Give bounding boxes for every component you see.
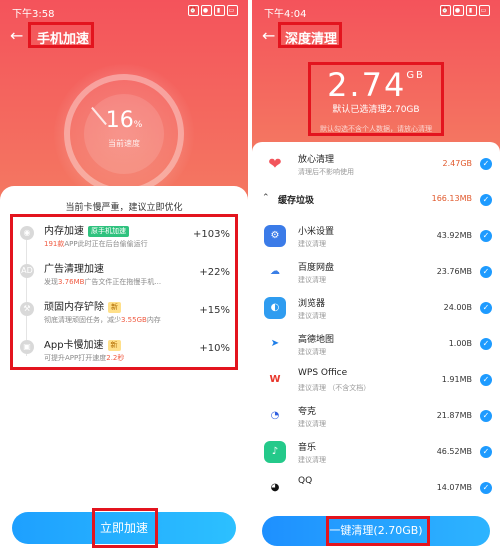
app-row[interactable]: ♪ 音乐 建议清理 46.52MB ✓	[252, 436, 500, 470]
ad-icon: AD	[20, 264, 34, 278]
qq-icon: ◕	[264, 477, 286, 499]
status-time: 下午3:58	[12, 9, 55, 20]
check-icon[interactable]: ✓	[480, 374, 492, 386]
optimize-item-memory[interactable]: ◉ 内存加速 原手机加速 191款APP此时正在后台偷偷运行 +103%	[20, 220, 234, 256]
junk-list: ❤ 放心清理 清理后不影响使用 2.47GB ✓ ⌃ 缓存垃圾 166.13MB…	[252, 142, 500, 552]
safe-clean-row[interactable]: ❤ 放心清理 清理后不影响使用 2.47GB ✓	[252, 148, 500, 182]
shovel-icon: ⚒	[20, 302, 34, 316]
alarm-icon: ⏰	[440, 5, 451, 16]
status-icons: ⏰ ● ▮ ▭	[438, 5, 490, 17]
wps-icon: W	[264, 369, 286, 391]
status-icons: ⏰ ● ▮ ▭	[186, 5, 238, 17]
memory-icon: ◉	[20, 226, 34, 240]
safety-note: 默认勾选不含个人数据，请放心清理	[320, 125, 432, 133]
status-time: 下午4:04	[264, 9, 307, 20]
boost-value: +22%	[199, 267, 230, 278]
cloud-icon: ☁	[264, 261, 286, 283]
app-row[interactable]: ◐ 浏览器 建议清理 24.00B ✓	[252, 292, 500, 326]
check-icon[interactable]: ✓	[480, 338, 492, 350]
battery-icon: ▭	[227, 5, 238, 16]
deep-clean-screen: 下午4:04 ⏰ ● ▮ ▭ ← 深度清理 2.74GB 默认已选清理2.70GB 默…	[252, 0, 500, 552]
quark-icon: ◔	[264, 405, 286, 427]
optimize-item-app[interactable]: ▣ App卡慢加速新 可提升APP打开速度2.2秒 +10%	[20, 334, 234, 370]
app-row[interactable]: ➤ 高德地图 建议清理 1.00B ✓	[252, 328, 500, 362]
button-highlight	[92, 508, 158, 548]
check-icon[interactable]: ✓	[480, 266, 492, 278]
app-row[interactable]: ◕ QQ 14.07MB ✓	[252, 472, 500, 506]
check-icon[interactable]: ✓	[480, 194, 492, 206]
boost-value: +103%	[193, 229, 230, 240]
tag-badge: 原手机加速	[88, 225, 129, 237]
junk-total: 2.74GB	[327, 66, 425, 104]
notify-icon: ●	[453, 5, 464, 16]
app-speed-icon: ▣	[20, 340, 34, 354]
warning-text: 当前卡慢严重，建议立即优化	[65, 203, 183, 213]
signal-icon: ▮	[214, 5, 225, 16]
gauge-label: 当前速度	[108, 139, 140, 148]
gauge-inner	[84, 94, 164, 174]
boost-value: +10%	[199, 343, 230, 354]
app-row[interactable]: ☁ 百度网盘 建议清理 23.76MB ✓	[252, 256, 500, 290]
tag-badge: 新	[107, 339, 121, 351]
browser-icon: ◐	[264, 297, 286, 319]
check-icon[interactable]: ✓	[480, 410, 492, 422]
phone-speedup-screen: 下午3:58 ⏰ ● ▮ ▭ ← 手机加速 16% 当前速度 当前卡慢严重，建议立即优…	[0, 0, 248, 552]
check-icon[interactable]: ✓	[480, 230, 492, 242]
chevron-up-icon: ⌃	[262, 193, 270, 203]
check-icon[interactable]: ✓	[480, 158, 492, 170]
status-bar: 下午4:04 ⏰ ● ▮ ▭	[252, 0, 500, 22]
optimize-item-ad[interactable]: AD 广告清理加速 发现3.76MB广告文件正在拖慢手机... +22%	[20, 258, 234, 294]
gauge-value: 16%	[105, 108, 143, 133]
back-arrow-icon[interactable]: ←	[262, 28, 275, 44]
alarm-icon: ⏰	[188, 5, 199, 16]
back-arrow-icon[interactable]: ←	[10, 28, 23, 44]
page-title: 深度清理	[285, 32, 338, 47]
battery-icon: ▭	[479, 5, 490, 16]
optimize-item-stubborn[interactable]: ⚒ 顽固内存铲除新 彻底清理顽固任务，减少3.55GB内存 +15%	[20, 296, 234, 332]
check-icon[interactable]: ✓	[480, 446, 492, 458]
app-row[interactable]: ◔ 夸克 建议清理 21.87MB ✓	[252, 400, 500, 434]
page-title: 手机加速	[37, 32, 90, 47]
check-icon[interactable]: ✓	[480, 482, 492, 494]
optimize-list: ◉ 内存加速 原手机加速 191款APP此时正在后台偷偷运行 +103% AD 广…	[12, 218, 238, 368]
app-row[interactable]: ⚙ 小米设置 建议清理 43.92MB ✓	[252, 220, 500, 254]
cache-category[interactable]: ⌃ 缓存垃圾 166.13MB ✓	[252, 190, 500, 210]
heart-icon: ❤	[264, 153, 286, 175]
selected-total: 默认已选清理2.70GB	[332, 105, 420, 115]
optimize-sheet: 当前卡慢严重，建议立即优化 ◉ 内存加速 原手机加速 191款APP此时正在后台偷…	[0, 186, 248, 552]
music-icon: ♪	[264, 441, 286, 463]
app-row[interactable]: W WPS Office 建议清理 （不含文档） 1.91MB ✓	[252, 364, 500, 398]
status-bar: 下午3:58 ⏰ ● ▮ ▭	[0, 0, 248, 22]
boost-value: +15%	[199, 305, 230, 316]
button-highlight	[326, 516, 430, 546]
map-icon: ➤	[264, 333, 286, 355]
signal-icon: ▮	[466, 5, 477, 16]
check-icon[interactable]: ✓	[480, 302, 492, 314]
settings-icon: ⚙	[264, 225, 286, 247]
tag-badge: 新	[108, 301, 121, 313]
notify-icon: ●	[201, 5, 212, 16]
